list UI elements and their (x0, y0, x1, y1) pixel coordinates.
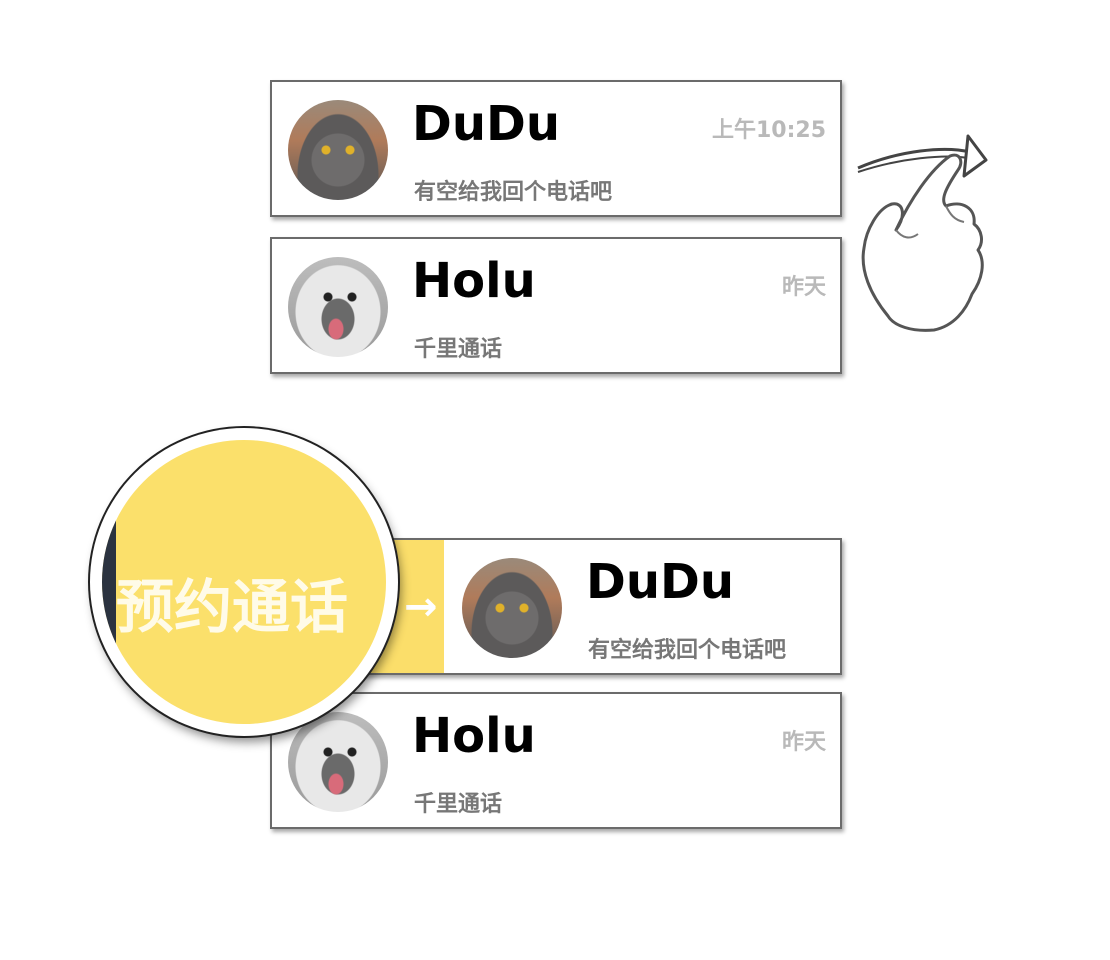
magnifier-lens: 预约通话 (90, 428, 398, 736)
chat-item-holu[interactable]: Holu 千里通话 昨天 (270, 692, 842, 829)
magnifier-edge (102, 440, 116, 724)
contact-name: DuDu (586, 554, 735, 610)
message-preview: 千里通话 (414, 337, 503, 362)
swipe-right-hand-icon (857, 134, 988, 332)
schedule-call-label: 预约通话 (116, 573, 349, 641)
message-time: 上午10:25 (711, 118, 826, 143)
message-preview: 有空给我回个电话吧 (414, 180, 613, 205)
arrow-right-icon: → (404, 584, 438, 630)
message-preview: 千里通话 (414, 792, 503, 817)
chat-item-dudu[interactable]: DuDu 有空给我回个电话吧 上午10:25 (270, 80, 842, 217)
message-time: 昨天 (781, 275, 826, 300)
dog-avatar (288, 712, 388, 812)
cat-avatar (462, 558, 562, 658)
contact-name: DuDu (412, 96, 561, 152)
message-time: 昨天 (781, 730, 826, 755)
chat-item-holu[interactable]: Holu 千里通话 昨天 (270, 237, 842, 374)
magnified-action: 预约通话 (102, 440, 386, 724)
contact-name: Holu (412, 708, 536, 764)
cat-avatar (288, 100, 388, 200)
dog-avatar (288, 257, 388, 357)
contact-name: Holu (412, 253, 536, 309)
message-preview: 有空给我回个电话吧 (588, 638, 787, 663)
